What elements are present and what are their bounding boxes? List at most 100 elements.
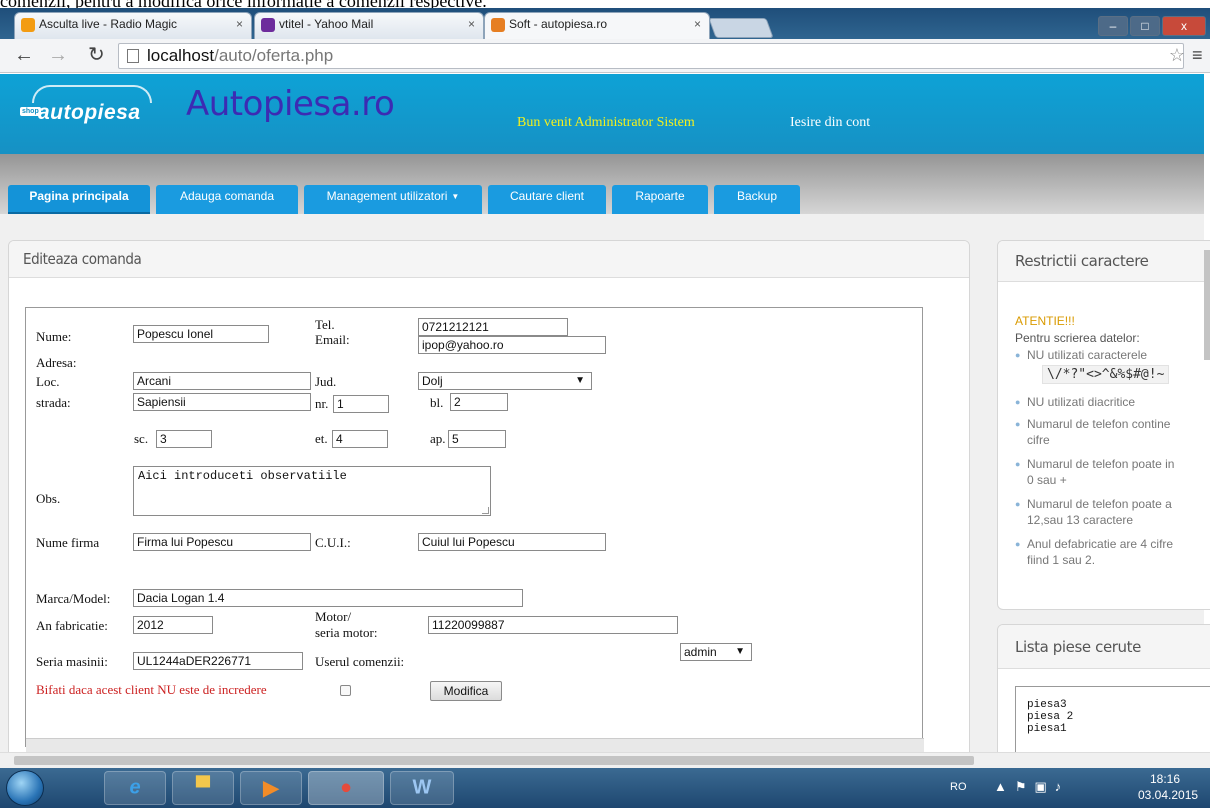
mail-favicon-icon bbox=[261, 18, 275, 32]
label-jud: Jud. bbox=[315, 374, 337, 389]
language-indicator[interactable]: RO bbox=[950, 781, 967, 793]
label-tel: Tel. bbox=[315, 317, 335, 332]
rule-text: NU utilizati diacritice bbox=[1027, 395, 1136, 409]
taskbar-media[interactable]: ▶ bbox=[240, 771, 302, 805]
untrusted-checkbox[interactable] bbox=[340, 685, 351, 696]
rule-item: ● NU utilizati diacritice bbox=[1015, 395, 1136, 409]
rule-item: ● Numarul de telefon contine cifre bbox=[1015, 417, 1171, 447]
nav-tab-label: Adauga comanda bbox=[179, 189, 275, 203]
site-logo[interactable]: shop autopiesa bbox=[20, 85, 160, 125]
form-horizontal-scrollbar[interactable] bbox=[26, 738, 924, 752]
warning-label: ATENTIE!!! bbox=[1015, 314, 1075, 328]
marca-field[interactable]: Dacia Logan 1.4 bbox=[133, 589, 523, 607]
logout-link[interactable]: Iesire din cont bbox=[790, 115, 870, 131]
reload-icon[interactable]: ↻ bbox=[88, 44, 105, 66]
label-ap: ap. bbox=[430, 431, 446, 446]
label-nume-firma: Nume firma bbox=[36, 535, 100, 550]
sc-field[interactable]: 3 bbox=[156, 430, 212, 448]
nav-tab-label: Management utilizatori bbox=[326, 189, 448, 203]
label-strada: strada: bbox=[36, 395, 71, 410]
browser-tab-radio[interactable]: Asculta live - Radio Magic × bbox=[14, 12, 252, 39]
browser-toolbar: ← → ↻ localhost/auto/oferta.php ☆ ≡ bbox=[0, 39, 1210, 73]
url-path: /auto/oferta.php bbox=[214, 46, 334, 65]
jud-select[interactable]: Dolj ▼ bbox=[418, 372, 592, 390]
ap-field[interactable]: 5 bbox=[448, 430, 506, 448]
label-email: Email: bbox=[315, 332, 350, 347]
resize-grip-icon[interactable] bbox=[482, 507, 489, 514]
clock-date[interactable]: 03.04.2015 bbox=[1138, 788, 1198, 802]
label-adresa: Adresa: bbox=[36, 355, 77, 370]
rule-item: ● Numarul de telefon poate a 12,sau 13 car… bbox=[1015, 497, 1172, 527]
internet-explorer-icon: e bbox=[129, 776, 141, 799]
forward-arrow-icon[interactable]: → bbox=[48, 44, 68, 66]
nav-tab-search-client[interactable]: Cautare client bbox=[488, 185, 606, 214]
label-loc: Loc. bbox=[36, 374, 60, 389]
nav-tab-label: Cautare client bbox=[509, 189, 585, 203]
label-cui: C.U.I.: bbox=[315, 535, 351, 550]
site-header: shop autopiesa Autopiesa.ro Bun venit Ad… bbox=[0, 74, 1204, 154]
vertical-scrollbar-thumb[interactable] bbox=[1204, 250, 1210, 360]
close-window-button[interactable]: x bbox=[1162, 16, 1206, 36]
bookmark-star-icon[interactable]: ☆ bbox=[1169, 45, 1185, 66]
an-field[interactable]: 2012 bbox=[133, 616, 213, 634]
browser-tab-yahoo[interactable]: vtitel - Yahoo Mail × bbox=[254, 12, 484, 39]
cui-field[interactable]: Cuiul lui Popescu bbox=[418, 533, 606, 551]
browser-menu-icon[interactable]: ≡ bbox=[1192, 45, 1203, 66]
label-motor: Motor/ bbox=[315, 609, 352, 624]
nav-tab-label: Rapoarte bbox=[635, 189, 685, 203]
et-field[interactable]: 4 bbox=[332, 430, 388, 448]
list-item: piesa3 bbox=[1027, 699, 1067, 711]
nume-field[interactable]: Popescu Ionel bbox=[133, 325, 269, 343]
nav-tab-add-order[interactable]: Adauga comanda bbox=[156, 185, 298, 214]
browser-tab-autopiesa[interactable]: Soft - autopiesa.ro × bbox=[484, 12, 710, 39]
label-et: et. bbox=[315, 431, 328, 446]
modifica-button[interactable]: Modifica bbox=[430, 681, 502, 701]
nr-field[interactable]: 1 bbox=[333, 395, 389, 413]
close-tab-icon[interactable]: × bbox=[468, 13, 475, 35]
tray-icons[interactable]: ▲⚑▣♪ bbox=[994, 779, 1069, 795]
email-field[interactable]: ipop@yahoo.ro bbox=[418, 336, 606, 354]
strada-field[interactable]: Sapiensii bbox=[133, 393, 311, 411]
label-obs: Obs. bbox=[36, 491, 61, 506]
document-caption: comenzii, pentru a modifica orice inform… bbox=[0, 0, 1210, 8]
back-arrow-icon[interactable]: ← bbox=[14, 44, 34, 66]
new-tab-button[interactable] bbox=[708, 18, 774, 38]
site-title: Autopiesa.ro bbox=[186, 84, 395, 124]
minimize-button[interactable]: – bbox=[1098, 16, 1128, 36]
rule-text: Numarul de telefon poate a bbox=[1027, 497, 1172, 511]
obs-textarea[interactable]: Aici introduceti observatiile bbox=[133, 466, 491, 516]
horizontal-scrollbar[interactable] bbox=[0, 752, 1210, 768]
taskbar-ie[interactable]: e bbox=[104, 771, 166, 805]
tel-field[interactable]: 0721212121 bbox=[418, 318, 568, 336]
nav-tab-user-management[interactable]: Management utilizatori ▼ bbox=[304, 185, 482, 214]
rule-text: Numarul de telefon contine bbox=[1027, 417, 1171, 431]
nume-firma-field[interactable]: Firma lui Popescu bbox=[133, 533, 311, 551]
rule-text: 12,sau 13 caractere bbox=[1027, 513, 1134, 527]
seria-field[interactable]: UL1244aDER226771 bbox=[133, 652, 303, 670]
loc-field[interactable]: Arcani bbox=[133, 372, 311, 390]
maximize-button[interactable]: □ bbox=[1130, 16, 1160, 36]
nav-tab-reports[interactable]: Rapoarte bbox=[612, 185, 708, 214]
address-bar[interactable]: localhost/auto/oferta.php ☆ bbox=[118, 43, 1185, 69]
label-seria-motor: seria motor: bbox=[315, 625, 378, 640]
jud-selected-value: Dolj bbox=[422, 374, 443, 388]
rule-text: Numarul de telefon poate in bbox=[1027, 457, 1175, 471]
dropdown-caret-icon: ▼ bbox=[451, 192, 460, 201]
nav-tab-home[interactable]: Pagina principala bbox=[8, 185, 150, 214]
taskbar-word[interactable]: W bbox=[390, 771, 454, 805]
close-tab-icon[interactable]: × bbox=[236, 13, 243, 35]
clock-time[interactable]: 18:16 bbox=[1150, 772, 1180, 786]
scrollbar-thumb[interactable] bbox=[14, 756, 974, 765]
close-tab-icon[interactable]: × bbox=[694, 13, 701, 35]
taskbar-chrome[interactable]: ● bbox=[308, 771, 384, 805]
bl-field[interactable]: 2 bbox=[450, 393, 508, 411]
chrome-icon: ● bbox=[339, 776, 353, 799]
label-untrusted: Bifati daca acest client NU este de incr… bbox=[36, 682, 267, 697]
rule-item: ● NU utilizati caracterele bbox=[1015, 348, 1148, 362]
nav-tab-backup[interactable]: Backup bbox=[714, 185, 800, 214]
label-nr: nr. bbox=[315, 396, 329, 411]
userul-select[interactable]: admin ▼ bbox=[680, 643, 752, 661]
motor-field[interactable]: 11220099887 bbox=[428, 616, 678, 634]
taskbar-explorer[interactable]: ▀ bbox=[172, 771, 234, 805]
start-button[interactable] bbox=[6, 770, 44, 806]
